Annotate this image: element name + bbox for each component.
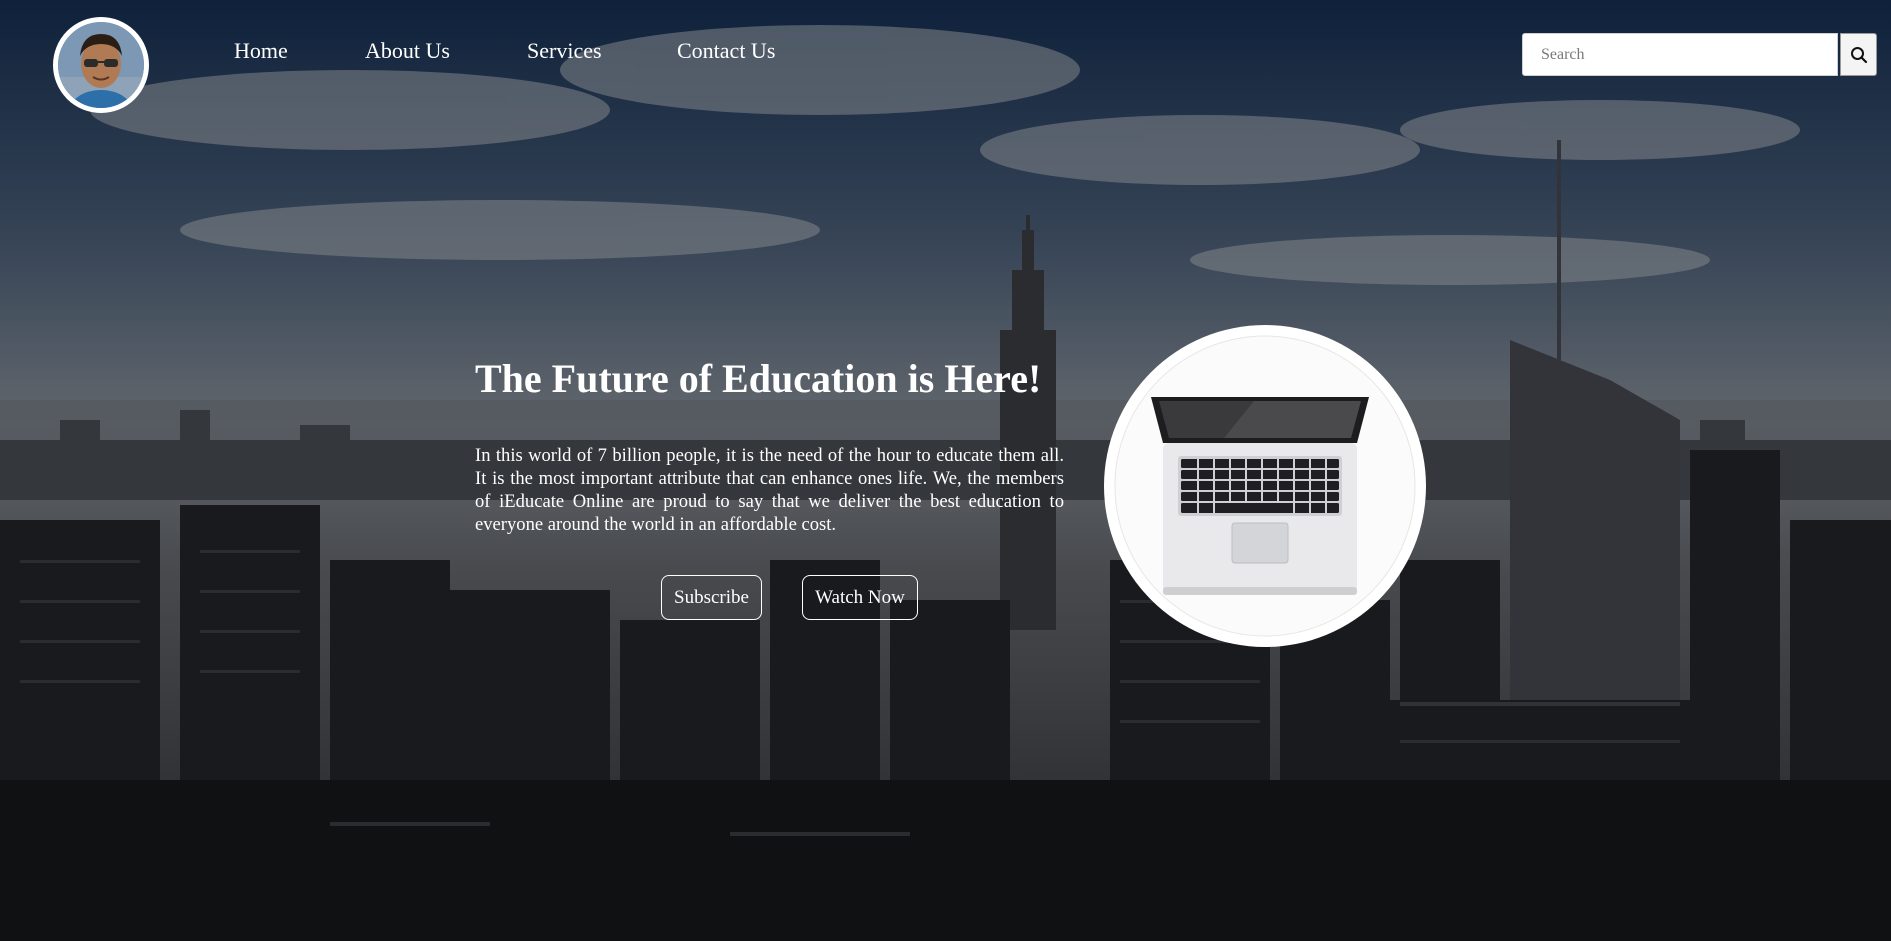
nav-contact-us[interactable]: Contact Us — [677, 38, 775, 64]
hero-section: Home About Us Services Contact Us The Fu… — [0, 0, 1891, 941]
search-input[interactable] — [1522, 33, 1838, 76]
avatar[interactable] — [53, 17, 149, 113]
search-button[interactable] — [1840, 33, 1877, 76]
hero-paragraph: In this world of 7 billion people, it is… — [475, 445, 1064, 535]
hero-title: The Future of Education is Here! — [475, 356, 1042, 401]
subscribe-button[interactable]: Subscribe — [661, 575, 762, 620]
laptop-image — [1104, 325, 1426, 647]
nav-about-us[interactable]: About Us — [365, 38, 450, 64]
watch-now-button[interactable]: Watch Now — [802, 575, 918, 620]
nav-home[interactable]: Home — [234, 38, 288, 64]
search-bar — [1522, 33, 1877, 76]
nav-services[interactable]: Services — [527, 38, 602, 64]
person-portrait-icon — [58, 22, 144, 108]
laptop-icon — [1114, 335, 1416, 637]
search-icon — [1850, 46, 1867, 63]
